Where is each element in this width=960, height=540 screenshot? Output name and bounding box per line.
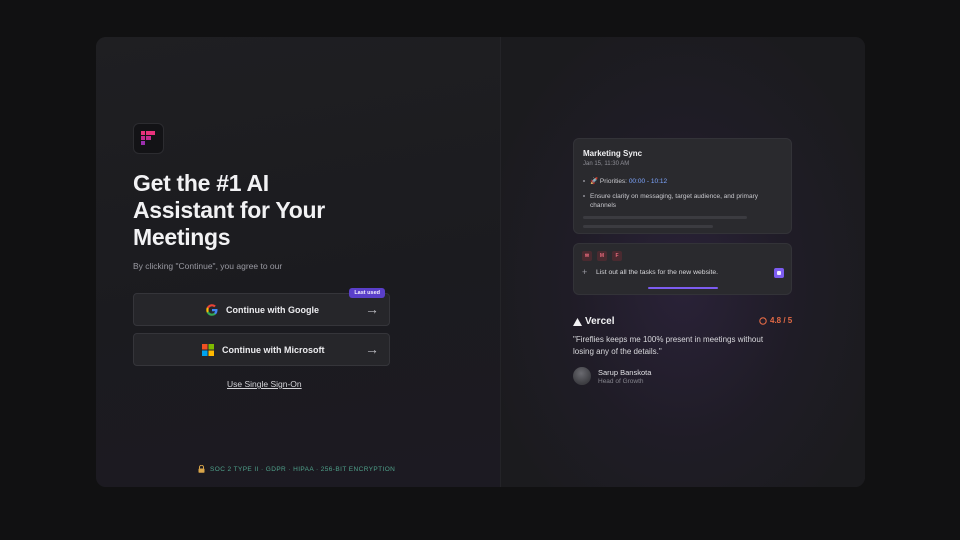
continue-with-google-button[interactable]: Continue with Google → Last used: [133, 288, 390, 326]
company-name: Vercel: [585, 316, 615, 327]
ai-prompt-card: ✉ M F + List out all the tasks for the n…: [573, 243, 792, 295]
bullet-priorities-label: 🚀 Priorities:: [590, 178, 627, 185]
google-button-content: Continue with Google: [206, 294, 319, 325]
timestamp-link: 00:00 - 10:12: [628, 178, 668, 185]
summary-bullet: Ensure clarity on messaging, target audi…: [583, 192, 773, 210]
compliance-footer: SOC 2 TYPE II · GDPR · HIPAA · 256-BIT E…: [198, 465, 395, 473]
google-button-label: Continue with Google: [226, 304, 319, 315]
showcase-panel: Marketing Sync Jan 15, 11:30 AM 🚀 Priori…: [501, 37, 865, 487]
auth-panel: Get the #1 AI Assistant for Your Meeting…: [96, 37, 500, 487]
integration-chips: ✉ M F: [582, 251, 627, 261]
author-role: Head of Growth: [598, 378, 644, 385]
progress-bar: [648, 287, 718, 289]
arrow-right-icon: →: [365, 341, 379, 357]
fireflies-chip: F: [612, 251, 622, 261]
plus-icon: +: [582, 267, 588, 277]
fireflies-logo: [133, 123, 164, 154]
g2-icon: [759, 316, 767, 325]
continue-with-microsoft-button[interactable]: Continue with Microsoft →: [133, 333, 390, 366]
bullet-dot: [583, 180, 585, 183]
send-icon: [774, 268, 784, 278]
google-icon: [206, 303, 218, 316]
arrow-right-icon: →: [365, 301, 379, 317]
gmail-chip: ✉: [582, 251, 592, 261]
rating-value: 4.8 / 5: [770, 316, 793, 325]
testimonial-quote: "Fireflies keeps me 100% present in meet…: [573, 335, 764, 356]
bullet-text: Ensure clarity on messaging, target audi…: [590, 193, 759, 209]
meeting-date: Jan 15, 11:30 AM: [583, 161, 630, 167]
compliance-text: SOC 2 TYPE II · GDPR · HIPAA · 256-BIT E…: [210, 465, 396, 473]
lock-icon: [198, 465, 205, 473]
meeting-summary-card: Marketing Sync Jan 15, 11:30 AM 🚀 Priori…: [573, 138, 792, 234]
skeleton-line: [583, 225, 713, 228]
meet-chip: M: [597, 251, 607, 261]
skeleton-line: [583, 216, 747, 219]
author-name: Sarup Banskota: [598, 368, 652, 377]
bullet-dot: [583, 195, 585, 198]
avatar: [573, 367, 591, 385]
summary-bullet: 🚀 Priorities: 00:00 - 10:12: [583, 177, 667, 186]
microsoft-icon: [202, 343, 214, 356]
microsoft-button-label: Continue with Microsoft: [222, 344, 325, 355]
prompt-text: List out all the tasks for the new websi…: [596, 269, 719, 276]
last-used-badge: Last used: [349, 288, 385, 298]
company-logo: Vercel: [573, 316, 614, 327]
meeting-title: Marketing Sync: [583, 149, 643, 158]
single-sign-on-link[interactable]: Use Single Sign-On: [227, 379, 302, 389]
rating: 4.8 / 5: [759, 316, 792, 325]
login-card: Get the #1 AI Assistant for Your Meeting…: [96, 37, 865, 487]
vercel-triangle-icon: [573, 317, 582, 326]
page-title: Get the #1 AI Assistant for Your Meeting…: [133, 170, 325, 250]
microsoft-button-content: Continue with Microsoft: [202, 334, 325, 365]
fireflies-logo-icon: [141, 131, 155, 145]
terms-notice: By clicking "Continue", you agree to our: [133, 261, 283, 271]
